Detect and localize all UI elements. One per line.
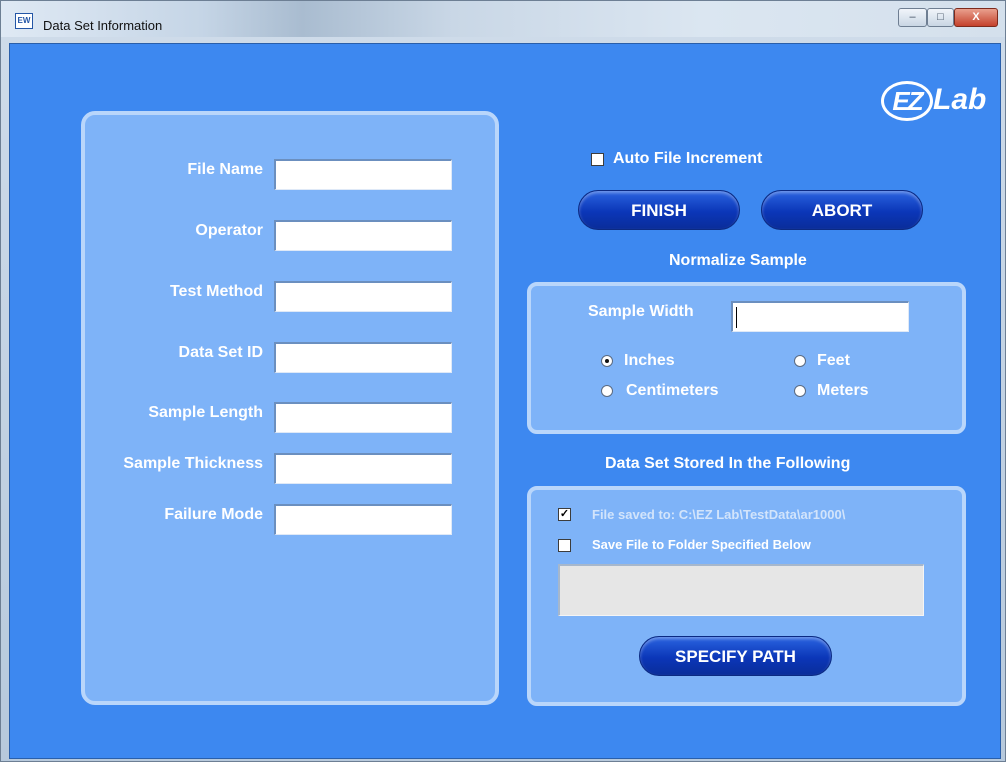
maximize-button[interactable]: □ [927,8,954,27]
logo-lab-text: Lab [933,83,987,116]
file-saved-checkbox[interactable]: ✓ [558,508,571,521]
inches-label: Inches [624,352,675,369]
test-method-label: Test Method [169,283,263,300]
test-method-field[interactable] [274,281,452,312]
sample-thickness-label: Sample Thickness [123,455,263,472]
failure-mode-field[interactable] [274,504,452,535]
auto-file-increment-checkbox[interactable] [591,153,604,166]
file-saved-label: File saved to: C:\EZ Lab\TestData\ar1000… [592,507,846,522]
specify-path-button[interactable]: SPECIFY PATH [639,636,832,676]
inches-radio[interactable] [601,355,613,367]
sample-width-field[interactable] [731,301,909,332]
title-bar[interactable]: EW Data Set Information – □ X [1,1,1005,37]
folder-path-field[interactable] [558,564,924,616]
save-to-folder-checkbox[interactable] [558,539,571,552]
text-cursor [736,307,737,328]
failure-mode-label: Failure Mode [164,506,263,523]
close-button[interactable]: X [954,8,998,27]
file-name-field[interactable] [274,159,452,190]
finish-button[interactable]: FINISH [578,190,740,230]
ezlab-logo: EZ Lab [881,81,993,121]
meters-radio[interactable] [794,385,806,397]
normalize-sample-heading: Normalize Sample [669,252,807,269]
window-title: Data Set Information [43,18,163,33]
centimeters-radio[interactable] [601,385,613,397]
meters-label: Meters [817,382,869,399]
save-to-folder-label: Save File to Folder Specified Below [592,537,811,552]
data-set-id-label: Data Set ID [178,344,263,361]
data-set-stored-heading: Data Set Stored In the Following [605,455,851,472]
sample-length-field[interactable] [274,402,452,433]
feet-radio[interactable] [794,355,806,367]
sample-thickness-field[interactable] [274,453,452,484]
sample-width-label: Sample Width [588,303,694,320]
abort-button[interactable]: ABORT [761,190,923,230]
sample-length-label: Sample Length [148,404,263,421]
operator-field[interactable] [274,220,452,251]
app-icon: EW [15,13,33,29]
file-name-label: File Name [187,161,263,178]
feet-label: Feet [817,352,850,369]
auto-file-increment-label: Auto File Increment [613,150,763,167]
logo-ez-mark: EZ [881,81,933,121]
minimize-button[interactable]: – [898,8,927,27]
operator-label: Operator [195,222,263,239]
data-set-id-field[interactable] [274,342,452,373]
app-window: EW Data Set Information – □ X EZ Lab Fil… [0,0,1006,762]
centimeters-label: Centimeters [626,382,719,399]
